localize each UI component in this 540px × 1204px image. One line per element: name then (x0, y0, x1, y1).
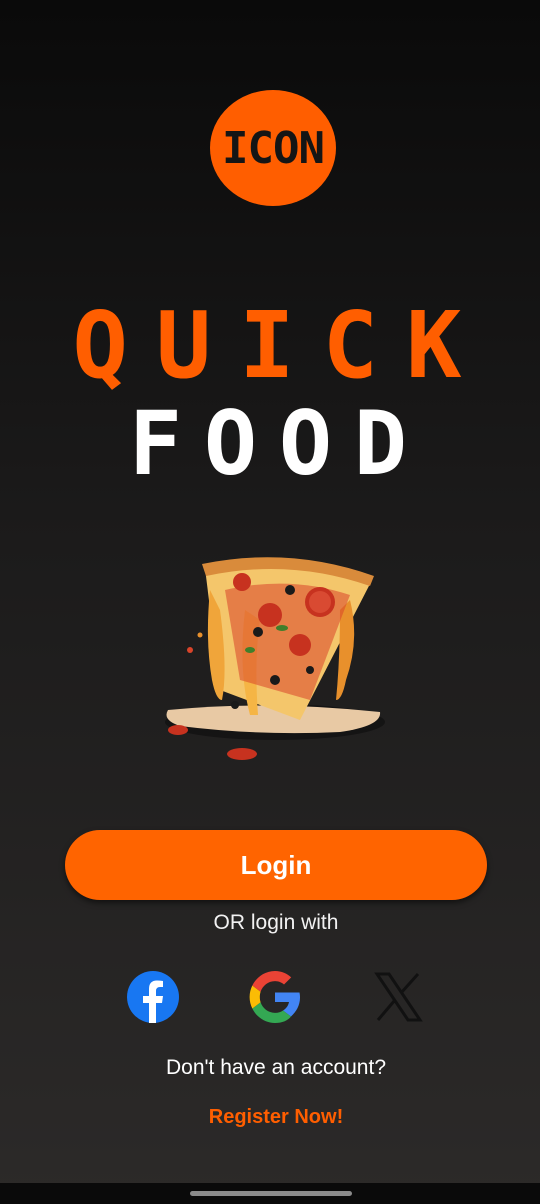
x-icon[interactable] (371, 970, 425, 1024)
register-now-link[interactable]: Register Now! (0, 1106, 540, 1129)
login-button[interactable]: Login (65, 830, 487, 900)
app-title-food: FOOD (129, 392, 429, 495)
no-account-text: Don't have an account? (166, 1056, 386, 1079)
home-indicator[interactable] (190, 1191, 352, 1196)
google-icon[interactable] (248, 970, 302, 1024)
or-login-with-text: OR login with (213, 911, 339, 934)
pizza-illustration (165, 557, 385, 760)
app-title-quick: QUICK (72, 292, 490, 399)
facebook-icon[interactable] (126, 970, 180, 1024)
app-logo-text: ICON (222, 122, 325, 174)
app-logo: ICON (210, 90, 336, 206)
